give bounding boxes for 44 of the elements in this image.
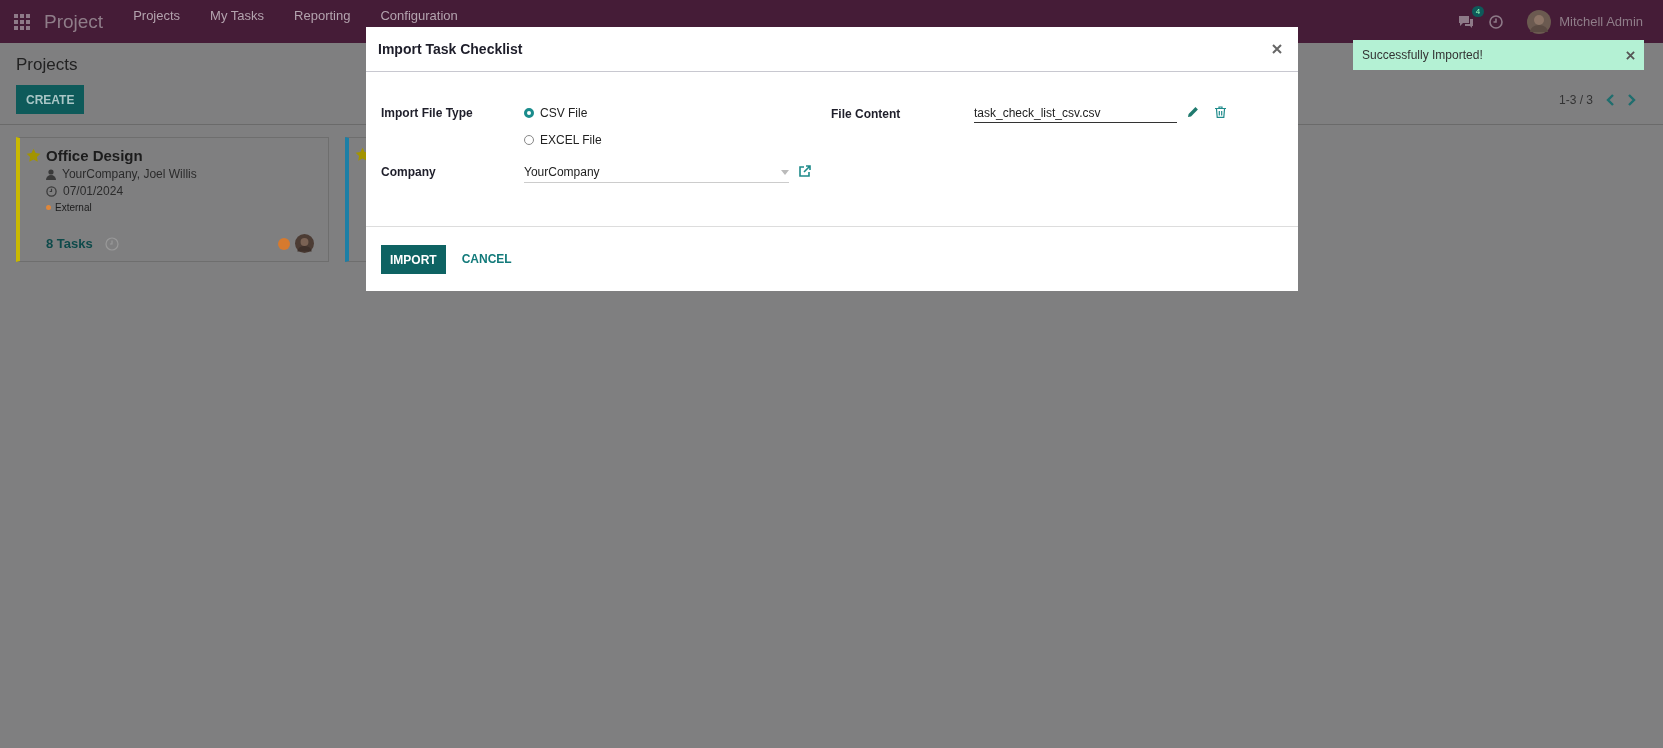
toast-message: Successfully Imported! — [1362, 48, 1483, 62]
menu-item[interactable]: My Tasks — [210, 8, 265, 23]
project-title: Office Design — [46, 147, 143, 164]
pencil-icon[interactable] — [1187, 106, 1199, 118]
radio-label[interactable]: CSV File — [540, 106, 588, 120]
tag-label: External — [55, 202, 92, 213]
pager: 1-3 / 3 — [1558, 92, 1593, 107]
close-icon[interactable] — [1272, 44, 1282, 54]
dialog-title: Import Task Checklist — [378, 41, 523, 57]
import-button[interactable]: IMPORT — [381, 244, 446, 274]
trash-icon[interactable] — [1215, 106, 1226, 118]
company-select[interactable]: YourCompany — [524, 165, 789, 183]
apps-menu-icon[interactable] — [14, 13, 30, 30]
user-avatar — [295, 234, 314, 253]
radio-label[interactable]: EXCEL File — [540, 133, 602, 147]
radio-option[interactable]: CSV File — [524, 106, 602, 120]
radio-option[interactable]: EXCEL File — [524, 133, 602, 147]
person-icon — [46, 168, 56, 180]
user-avatar[interactable] — [1527, 9, 1552, 34]
clock-icon — [46, 185, 57, 197]
star-icon[interactable] — [26, 148, 41, 163]
menu-item[interactable]: Projects — [133, 8, 181, 23]
file-name-field[interactable]: task_check_list_csv.csv — [974, 106, 1177, 123]
clock-icon[interactable] — [1489, 14, 1504, 29]
chat-icon[interactable] — [1457, 13, 1476, 30]
app-name[interactable]: Project — [44, 10, 104, 33]
field-label: Import File Type — [381, 106, 474, 120]
message-count-badge: 4 — [1471, 5, 1485, 17]
close-icon[interactable] — [1626, 50, 1635, 60]
project-date: 07/01/2024 — [63, 184, 124, 198]
user-name[interactable]: Mitchell Admin — [1559, 14, 1643, 29]
external-link-icon[interactable] — [799, 165, 811, 177]
field-label: Company — [381, 165, 437, 179]
breadcrumb: Projects — [16, 55, 78, 75]
field-label: File Content — [831, 106, 902, 121]
status-dot[interactable] — [278, 237, 290, 250]
caret-icon — [781, 169, 789, 175]
menu-item[interactable]: Configuration — [380, 8, 458, 23]
cancel-button[interactable]: CANCEL — [445, 244, 528, 274]
customer-name: YourCompany, Joel Willis — [62, 167, 197, 181]
project-card[interactable]: Office Design YourCompany, Joel Willis 07/01/2024 External 8 Tasks — [16, 137, 329, 262]
create-button[interactable]: CREATE — [16, 85, 85, 114]
radio-button[interactable] — [524, 108, 534, 118]
menu-item[interactable]: Reporting — [294, 8, 351, 23]
